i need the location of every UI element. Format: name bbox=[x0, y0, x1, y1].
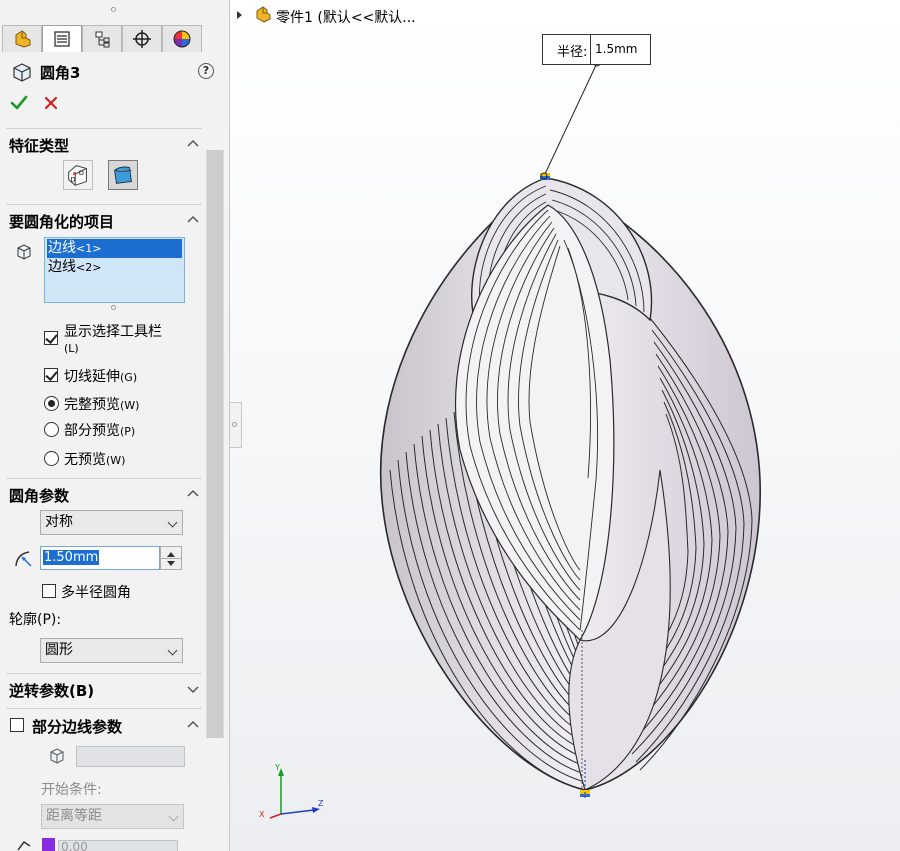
panel-grip[interactable] bbox=[111, 7, 116, 12]
feature-title: 圆角3 bbox=[40, 64, 81, 82]
help-icon[interactable]: ? bbox=[198, 63, 214, 79]
cancel-x-icon[interactable] bbox=[43, 95, 59, 111]
offset-distance-icon bbox=[17, 840, 31, 851]
start-condition-dropdown[interactable]: 距离等距 bbox=[41, 804, 184, 829]
edge-selection-list[interactable]: 边线<1> 边线<2> bbox=[44, 237, 185, 303]
tab-dimxpert[interactable] bbox=[122, 25, 162, 52]
callout-label: 半径: bbox=[557, 45, 588, 60]
chevron-up-icon[interactable] bbox=[187, 719, 199, 731]
triad-x-label: X bbox=[259, 810, 265, 819]
callout-separator bbox=[590, 34, 591, 65]
triad-z-axis bbox=[280, 809, 315, 815]
panel-scroll-thumb[interactable] bbox=[207, 150, 223, 738]
offset-distance-input[interactable]: 0.00 bbox=[58, 840, 178, 851]
coordinate-triad: Y Z X bbox=[259, 763, 324, 819]
section-items-to-fillet-title[interactable]: 要圆角化的项目 bbox=[9, 211, 114, 232]
show-selection-toolbar-label: 显示选择工具栏 bbox=[64, 324, 162, 340]
section-divider bbox=[6, 128, 202, 129]
display-manager-icon bbox=[173, 30, 191, 48]
fillet-xpert-button[interactable] bbox=[108, 160, 138, 190]
tab-configuration-manager[interactable] bbox=[82, 25, 122, 52]
edge-selection-icon bbox=[17, 244, 31, 260]
show-selection-toolbar-shortcut: (L) bbox=[64, 342, 79, 355]
stepper-up-icon[interactable] bbox=[167, 552, 175, 557]
list-item[interactable]: 边线<1> bbox=[47, 239, 182, 258]
partial-preview-label: 部分预览(P) bbox=[64, 423, 136, 439]
property-manager-icon bbox=[54, 31, 70, 47]
radius-icon bbox=[15, 551, 32, 567]
tangent-propagation-checkbox[interactable] bbox=[44, 368, 58, 382]
full-preview-radio[interactable] bbox=[44, 396, 59, 411]
tab-property-manager[interactable] bbox=[42, 25, 82, 52]
chevron-up-icon[interactable] bbox=[187, 488, 199, 500]
triad-x-axis bbox=[269, 813, 282, 819]
callout-leader bbox=[544, 62, 598, 175]
full-preview-label: 完整预览(W) bbox=[64, 397, 140, 413]
no-preview-radio[interactable] bbox=[44, 451, 59, 466]
chevron-up-icon[interactable] bbox=[187, 214, 199, 226]
dimxpert-icon bbox=[133, 30, 151, 48]
svg-text:D: D bbox=[79, 169, 84, 177]
triad-z-label: Z bbox=[318, 799, 324, 808]
section-setback-params-title[interactable]: 逆转参数(B) bbox=[9, 680, 94, 701]
chevron-down-icon[interactable] bbox=[187, 683, 199, 695]
section-divider bbox=[6, 478, 202, 479]
start-condition-label: 开始条件: bbox=[41, 782, 102, 798]
profile-dropdown[interactable]: 圆形 bbox=[40, 638, 183, 663]
section-partial-edge-title[interactable]: 部分边线参数 bbox=[32, 716, 122, 737]
tab-display-manager[interactable] bbox=[162, 25, 202, 52]
manual-fillet-icon: D D bbox=[68, 165, 87, 186]
list-resize-grip[interactable] bbox=[111, 305, 116, 310]
ok-check-icon[interactable] bbox=[10, 94, 28, 112]
partial-preview-radio[interactable] bbox=[44, 422, 59, 437]
color-swatch bbox=[42, 838, 55, 851]
property-manager-panel: 圆角3 ? 特征类型 D D 要圆角化的项目 边线<1> 边线<2> 显示选择工… bbox=[0, 0, 230, 851]
profile-label: 轮廓(P): bbox=[9, 612, 62, 628]
tab-feature-manager[interactable] bbox=[2, 25, 42, 52]
section-feature-type-title[interactable]: 特征类型 bbox=[9, 135, 69, 156]
manual-fillet-button[interactable]: D D bbox=[63, 160, 93, 190]
multi-radius-checkbox[interactable] bbox=[42, 584, 56, 598]
no-preview-label: 无预览(W) bbox=[64, 452, 126, 468]
stepper-down-icon[interactable] bbox=[167, 561, 175, 566]
radius-stepper[interactable] bbox=[160, 546, 182, 570]
section-fillet-params-title[interactable]: 圆角参数 bbox=[9, 485, 69, 506]
chevron-up-icon[interactable] bbox=[187, 138, 199, 150]
triad-y-label: Y bbox=[274, 763, 280, 772]
manager-tabs bbox=[2, 25, 202, 52]
svg-text:D: D bbox=[71, 176, 76, 184]
section-divider bbox=[6, 204, 202, 205]
partial-edge-selection-field[interactable] bbox=[76, 746, 185, 767]
section-divider bbox=[6, 673, 202, 674]
callout-value[interactable]: 1.5mm bbox=[595, 42, 637, 56]
partial-edge-checkbox[interactable] bbox=[10, 718, 24, 732]
radius-input[interactable]: 1.50mm bbox=[40, 546, 160, 570]
section-divider bbox=[6, 708, 202, 709]
configuration-manager-icon bbox=[95, 31, 110, 48]
tangent-propagation-label: 切线延伸(G) bbox=[64, 369, 138, 385]
list-item[interactable]: 边线<2> bbox=[47, 258, 182, 277]
show-selection-toolbar-checkbox[interactable] bbox=[44, 331, 58, 345]
model-3d-view[interactable] bbox=[230, 0, 900, 851]
constant-size-fillet-icon bbox=[114, 166, 132, 184]
feature-manager-icon bbox=[15, 30, 31, 48]
fillet-method-dropdown[interactable]: 对称 bbox=[40, 510, 183, 535]
edge-selection-icon bbox=[50, 748, 64, 764]
fillet-feature-icon bbox=[13, 63, 31, 82]
multi-radius-label: 多半径圆角 bbox=[61, 585, 131, 601]
